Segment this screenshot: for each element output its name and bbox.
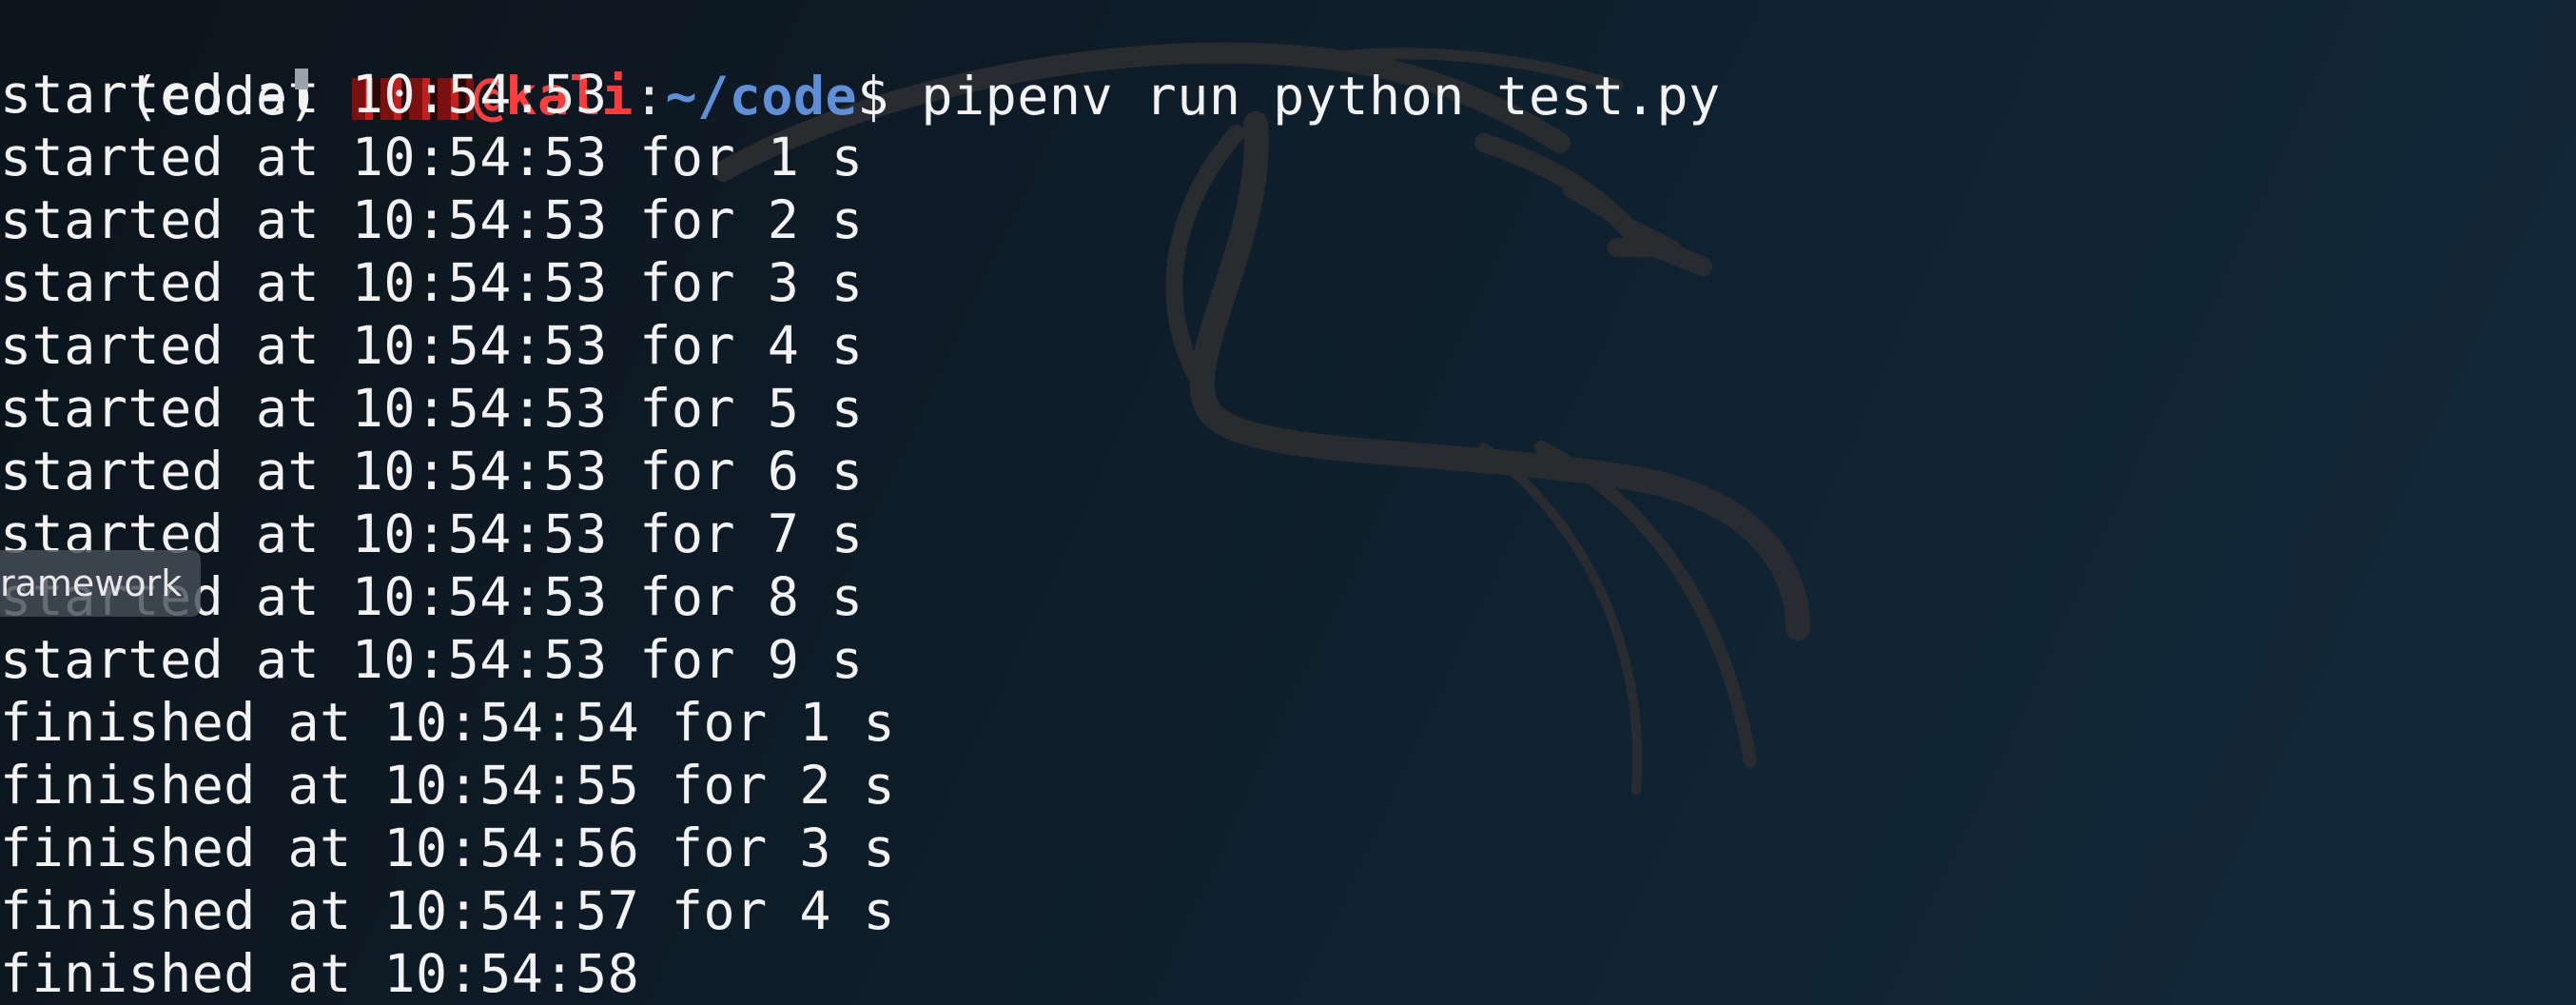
output-line: finished at 10:54:58 [0,943,640,1004]
output-line: finished at 10:54:57 for 4 s [0,880,896,941]
command-text: pipenv run python test.py [921,66,1721,127]
output-line: started at 10:54:53 for 4 s [0,315,864,376]
output-line: started at 10:54:53 for 9 s [0,629,864,690]
prompt-symbol: $ [857,66,922,127]
terminal-window[interactable]: (code) @kali:~/code$ pipenv run python t… [0,0,2576,1005]
output-line: started at 10:54:53 for 5 s [0,378,864,439]
output-line: started at 10:54:53 for 3 s [0,252,864,313]
mouse-cursor-artifact [295,69,308,89]
output-line: started at 10:54:53 for 6 s [0,441,864,502]
prompt-path: ~/code [665,66,858,127]
output-line: finished at 10:54:54 for 1 s [0,692,896,753]
output-line: started at 10:54:53 for 1 s [0,127,864,187]
output-line: started at 10:54:53 for 2 s [0,189,864,250]
output-line: finished at 10:54:55 for 2 s [0,755,896,816]
prompt-line: (code) @kali:~/code$ pipenv run python t… [0,2,1721,127]
output-line: finished at 10:54:56 for 3 s [0,818,896,878]
prompt-colon: : [633,66,666,127]
tooltip: ramework [0,550,202,617]
